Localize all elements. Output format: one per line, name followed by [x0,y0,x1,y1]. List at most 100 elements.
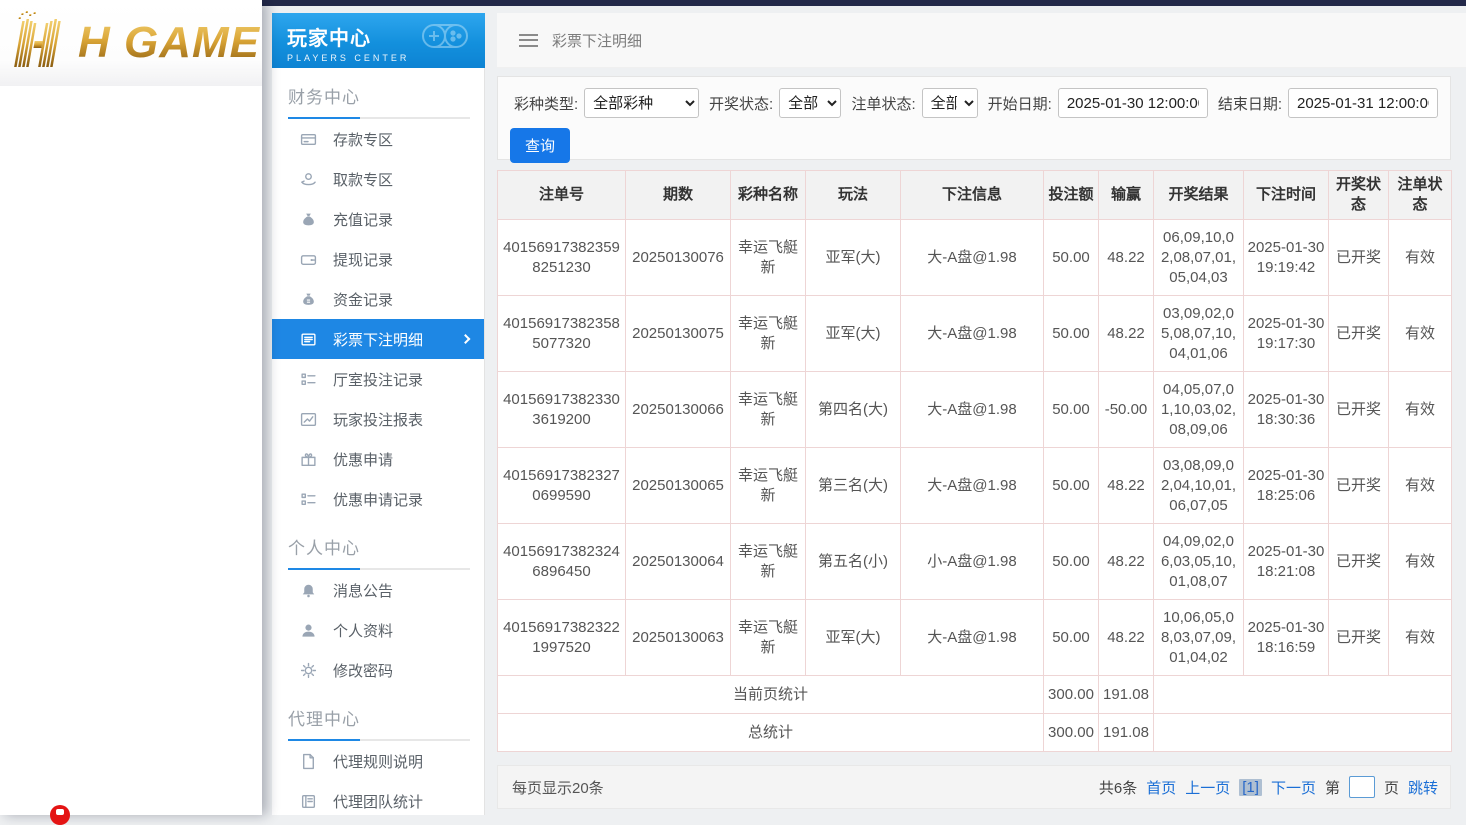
sidebar-item-funds-records[interactable]: 资金记录 [272,279,484,319]
sidebar-section-personal: 个人中心 [272,519,484,570]
player-bet-report-icon [300,411,317,428]
page-jump-input[interactable] [1349,776,1375,798]
sidebar-header: 玩家中心 PLAYERS CENTER [272,13,485,68]
prev-page-link[interactable]: 上一页 [1185,777,1230,798]
cell-play-type: 第五名(小) [806,524,901,600]
players-center-subtitle: PLAYERS CENTER [287,53,485,63]
logo-panel: H GAME [0,0,262,815]
cell-period: 20250130066 [626,372,731,448]
cell-period: 20250130064 [626,524,731,600]
cell-bet-info: 大-A盘@1.98 [901,448,1044,524]
cell-period: 20250130075 [626,296,731,372]
sidebar-item-label: 厅室投注记录 [333,369,423,390]
sidebar-item-label: 取款专区 [333,169,393,190]
cell-bet-amount: 50.00 [1044,524,1099,600]
cell-bet-id: 401569173823270699590 [498,448,626,524]
next-page-link[interactable]: 下一页 [1271,777,1316,798]
sidebar-item-withdrawal-records[interactable]: 提现记录 [272,239,484,279]
start-date-input[interactable] [1058,88,1208,118]
cell-draw-result: 03,08,09,02,04,10,01,06,07,05 [1154,448,1244,524]
total-count-text: 共6条 [1099,777,1137,798]
table-row: 401569173823270699590 20250130065 幸运飞艇新 … [498,448,1452,524]
cell-draw-result: 06,09,10,02,08,07,01,05,04,03 [1154,220,1244,296]
cell-lottery-name: 幸运飞艇新 [731,524,806,600]
jump-link[interactable]: 跳转 [1408,777,1438,798]
order-status-select[interactable]: 全部 [922,88,978,118]
filter-panel: 彩种类型: 全部彩种 开奖状态: 全部 注单状态: 全部 开始日期: 结束日期:… [497,76,1451,160]
lottery-type-select[interactable]: 全部彩种 [584,88,699,118]
menu-toggle-hamburger-icon[interactable] [519,34,538,47]
sidebar-item-label: 代理规则说明 [333,751,423,772]
cell-bet-info: 大-A盘@1.98 [901,220,1044,296]
sidebar-item-player-bet-report[interactable]: 玩家投注报表 [272,399,484,439]
draw-status-label: 开奖状态: [709,93,773,114]
cell-win-loss: 48.22 [1099,600,1154,676]
agent-team-stats-icon [300,793,317,810]
cell-period: 20250130065 [626,448,731,524]
sidebar-item-label: 优惠申请 [333,449,393,470]
first-page-link[interactable]: 首页 [1146,777,1176,798]
withdrawal-record-icon [300,251,317,268]
cell-draw-status: 已开奖 [1329,372,1389,448]
floating-alert-icon[interactable] [50,805,70,825]
col-header-period: 期数 [626,171,731,220]
cell-bet-time: 2025-01-30 19:19:42 [1244,220,1329,296]
cell-bet-info: 大-A盘@1.98 [901,296,1044,372]
sidebar-item-profile[interactable]: 个人资料 [272,610,484,650]
sidebar-item-announcements[interactable]: 消息公告 [272,570,484,610]
draw-status-select[interactable]: 全部 [779,88,841,118]
sidebar-item-hall-bet-records[interactable]: 厅室投注记录 [272,359,484,399]
main-content: 彩种类型: 全部彩种 开奖状态: 全部 注单状态: 全部 开始日期: 结束日期:… [497,76,1451,809]
sidebar-item-label: 消息公告 [333,580,393,601]
sidebar-item-label: 修改密码 [333,660,393,681]
cell-draw-status: 已开奖 [1329,220,1389,296]
table-header-row: 注单号 期数 彩种名称 玩法 下注信息 投注额 输赢 开奖结果 下注时间 开奖状… [498,171,1452,220]
brand-h-stripes-icon [10,11,72,76]
lottery-type-label: 彩种类型: [514,93,578,114]
cell-bet-id: 401569173823585077320 [498,296,626,372]
sidebar-section-finance: 财务中心 [272,68,484,119]
page-size-text: 每页显示20条 [512,777,604,798]
sidebar: 财务中心 存款专区 取款专区 充值记录 提现记录 资金记录 彩票下注明细 [272,68,485,815]
cell-win-loss: 48.22 [1099,524,1154,600]
pagination-bar: 每页显示20条 共6条 首页 上一页 [1] 下一页 第 页 跳转 [497,765,1451,809]
col-header-win-loss: 输赢 [1099,171,1154,220]
cell-draw-result: 03,09,02,05,08,07,10,04,01,06 [1154,296,1244,372]
summary-empty [1154,714,1452,752]
sidebar-item-recharge-records[interactable]: 充值记录 [272,199,484,239]
cell-bet-amount: 50.00 [1044,600,1099,676]
bet-details-table: 注单号 期数 彩种名称 玩法 下注信息 投注额 输赢 开奖结果 下注时间 开奖状… [497,170,1451,752]
table-row: 401569173823598251230 20250130076 幸运飞艇新 … [498,220,1452,296]
sidebar-item-withdraw-zone[interactable]: 取款专区 [272,159,484,199]
cell-draw-status: 已开奖 [1329,524,1389,600]
page-title: 彩票下注明细 [552,30,642,51]
col-header-bet-amount: 投注额 [1044,171,1099,220]
sidebar-item-agent-rules[interactable]: 代理规则说明 [272,741,484,781]
recharge-record-icon [300,211,317,228]
cell-bet-id: 401569173823303619200 [498,372,626,448]
cell-order-status: 有效 [1389,524,1452,600]
sidebar-item-label: 优惠申请记录 [333,489,423,510]
promo-apply-icon [300,451,317,468]
profile-user-icon [300,622,317,639]
sidebar-item-deposit-zone[interactable]: 存款专区 [272,119,484,159]
sidebar-item-lottery-bet-details[interactable]: 彩票下注明细 [272,319,484,359]
sidebar-item-agent-team-stats[interactable]: 代理团队统计 [272,781,484,821]
end-date-input[interactable] [1288,88,1438,118]
sidebar-item-change-password[interactable]: 修改密码 [272,650,484,690]
sidebar-item-promo-apply-records[interactable]: 优惠申请记录 [272,479,484,519]
sidebar-item-promo-apply[interactable]: 优惠申请 [272,439,484,479]
section-title: 个人中心 [288,534,470,559]
cell-play-type: 亚军(大) [806,600,901,676]
cell-period: 20250130076 [626,220,731,296]
summary-win-loss: 191.08 [1099,714,1154,752]
cell-win-loss: 48.22 [1099,296,1154,372]
query-button[interactable]: 查询 [510,128,570,163]
col-header-bet-time: 下注时间 [1244,171,1329,220]
cell-bet-info: 小-A盘@1.98 [901,524,1044,600]
cell-draw-status: 已开奖 [1329,296,1389,372]
funds-record-icon [300,291,317,308]
cell-lottery-name: 幸运飞艇新 [731,600,806,676]
cell-bet-amount: 50.00 [1044,448,1099,524]
brand-logo: H GAME [0,0,262,86]
